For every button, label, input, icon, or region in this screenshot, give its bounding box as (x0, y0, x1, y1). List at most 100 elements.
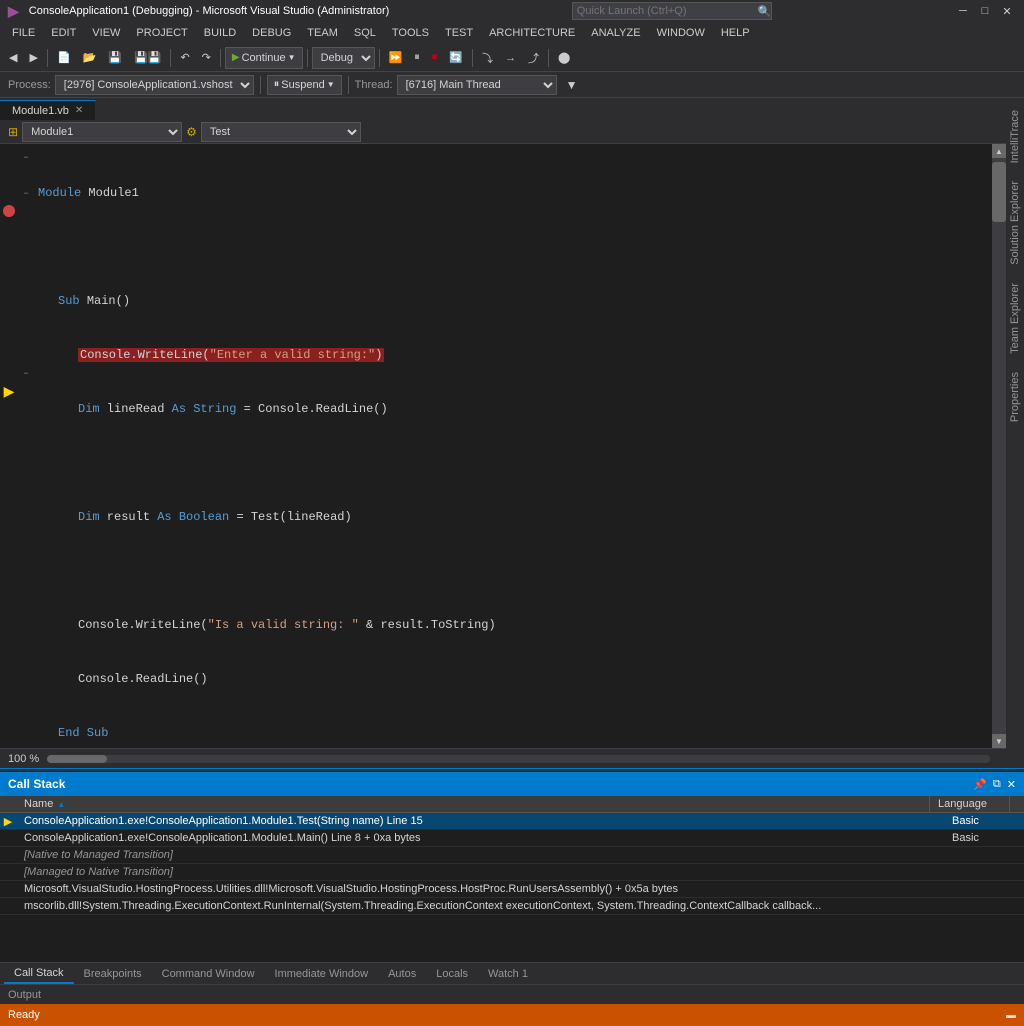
process-dropdown[interactable]: [2976] ConsoleApplication1.vshost (55, 75, 254, 95)
forward-button[interactable]: ▶ (24, 47, 42, 69)
team-explorer-tab[interactable]: Team Explorer (1007, 275, 1023, 362)
step-over-button[interactable]: → (500, 47, 521, 69)
intellitrace-tab[interactable]: IntelliTrace (1007, 102, 1023, 171)
thread-label: Thread: (355, 79, 393, 91)
scroll-track[interactable] (992, 158, 1006, 734)
menu-help[interactable]: HELP (713, 25, 758, 41)
redo-button[interactable]: ↷ (197, 47, 216, 69)
cs-row-3[interactable]: [Managed to Native Transition] (0, 864, 1024, 881)
scroll-thumb[interactable] (992, 162, 1006, 222)
suspend-button[interactable]: ⏸ Suspend ▼ (267, 75, 342, 95)
code-content[interactable]: Module Module1 Sub Main() Console.WriteL… (34, 144, 992, 748)
menu-analyze[interactable]: ANALYZE (583, 25, 648, 41)
save-all-button[interactable]: 💾💾 (129, 47, 166, 69)
maximize-button[interactable]: □ (976, 2, 994, 20)
bp-line-7 (0, 256, 18, 274)
cs-row-4[interactable]: Microsoft.VisualStudio.HostingProcess.Ut… (0, 881, 1024, 898)
open-button[interactable]: 📂 (78, 47, 102, 69)
expand-3[interactable]: − (18, 184, 34, 202)
editor-area: Module1.vb ✕ ⊞ Module1 ⚙ Test (0, 98, 1006, 768)
continue-label: Continue (242, 52, 286, 64)
code-line-3: Sub Main() (38, 292, 988, 310)
bp-line-18 (0, 454, 18, 472)
step-into-button[interactable]: ⤵ (477, 47, 498, 69)
start-button[interactable]: ⏩ (384, 47, 408, 69)
h-scrollbar[interactable] (47, 755, 990, 763)
minimize-button[interactable]: ─ (954, 2, 972, 20)
tab-bar: Module1.vb ✕ (0, 98, 1006, 120)
app-title: ConsoleApplication1 (Debugging) - Micros… (29, 5, 390, 17)
back-button[interactable]: ◀ (4, 47, 22, 69)
main-toolbar: ◀ ▶ 📄 📂 💾 💾💾 ↶ ↷ ▶ Continue ▼ Debug ⏩ ⏸ … (0, 44, 1024, 72)
filter-button[interactable]: ▼ (561, 74, 583, 96)
new-file-button[interactable]: 📄 (52, 47, 76, 69)
btm-tab-callstack[interactable]: Call Stack (4, 964, 74, 984)
menu-tools[interactable]: TOOLS (384, 25, 437, 41)
expand-8 (18, 274, 34, 292)
zoom-level: 100 % (8, 753, 39, 765)
cs-row-2[interactable]: [Native to Managed Transition] (0, 847, 1024, 864)
cs-row-1[interactable]: ConsoleApplication1.exe!ConsoleApplicati… (0, 830, 1024, 847)
bp-line-4[interactable] (0, 202, 18, 220)
debug-sep-1 (260, 76, 261, 94)
expand-1[interactable]: − (18, 148, 34, 166)
menu-edit[interactable]: EDIT (43, 25, 84, 41)
expand-13[interactable]: − (18, 364, 34, 382)
menu-project[interactable]: PROJECT (128, 25, 195, 41)
class-dropdown[interactable]: Module1 (22, 122, 182, 142)
properties-tab[interactable]: Properties (1007, 364, 1023, 430)
btm-tab-immediate[interactable]: Immediate Window (265, 964, 379, 984)
btm-tab-locals[interactable]: Locals (426, 964, 478, 984)
panel-pin-icon[interactable]: 📌 (973, 778, 987, 791)
hscroll-area[interactable] (39, 755, 998, 763)
menu-team[interactable]: TEAM (299, 25, 346, 41)
debug-config-dropdown[interactable]: Debug (312, 47, 375, 69)
stop-button[interactable]: ⏹ (427, 47, 443, 69)
quick-launch-input[interactable] (572, 2, 772, 20)
cs-col-language[interactable]: Language (930, 796, 1010, 812)
bp-line-10 (0, 310, 18, 328)
cs-row-0[interactable]: ▶ ConsoleApplication1.exe!ConsoleApplica… (0, 813, 1024, 830)
cs-col-name[interactable]: Name ▲ (16, 796, 930, 812)
method-dropdown[interactable]: Test (201, 122, 361, 142)
tab-module1[interactable]: Module1.vb ✕ (0, 100, 96, 120)
menu-build[interactable]: BUILD (196, 25, 244, 41)
close-button[interactable]: ✕ (998, 2, 1016, 20)
editor-vscroll[interactable]: ▲ ▼ (992, 144, 1006, 748)
toolbar-separator-6 (472, 49, 473, 67)
panel-float-icon[interactable]: ⧉ (993, 778, 1001, 791)
btm-tab-breakpoints[interactable]: Breakpoints (74, 964, 152, 984)
menu-file[interactable]: FILE (4, 25, 43, 41)
menu-architecture[interactable]: ARCHITECTURE (481, 25, 583, 41)
thread-dropdown[interactable]: [6716] Main Thread (397, 75, 557, 95)
solution-explorer-tab[interactable]: Solution Explorer (1007, 173, 1023, 273)
menu-window[interactable]: WINDOW (649, 25, 713, 41)
menu-debug[interactable]: DEBUG (244, 25, 299, 41)
expand-10 (18, 310, 34, 328)
h-scroll-thumb[interactable] (47, 755, 107, 763)
expand-15 (18, 400, 34, 418)
toolbar-separator-4 (307, 49, 308, 67)
breakpoint-button[interactable]: ⬤ (553, 47, 575, 69)
scroll-up-icon[interactable]: ▲ (992, 144, 1006, 158)
pause-button[interactable]: ⏸ (409, 47, 425, 69)
call-stack-title: Call Stack (8, 777, 65, 791)
step-out-button[interactable]: ⤴ (523, 47, 544, 69)
continue-button[interactable]: ▶ Continue ▼ (225, 47, 303, 69)
cs-row-5[interactable]: mscorlib.dll!System.Threading.ExecutionC… (0, 898, 1024, 915)
btm-tab-watch1[interactable]: Watch 1 (478, 964, 538, 984)
save-button[interactable]: 💾 (103, 47, 127, 69)
undo-button[interactable]: ↶ (175, 47, 194, 69)
expand-2 (18, 166, 34, 184)
btm-tab-autos[interactable]: Autos (378, 964, 426, 984)
bp-line-15 (0, 400, 18, 418)
panel-close-icon[interactable]: ✕ (1007, 778, 1016, 791)
menu-sql[interactable]: SQL (346, 25, 384, 41)
scroll-down-icon[interactable]: ▼ (992, 734, 1006, 748)
debug-sep-2 (348, 76, 349, 94)
tab-module1-close-icon[interactable]: ✕ (75, 105, 83, 116)
btm-tab-command[interactable]: Command Window (152, 964, 265, 984)
restart-button[interactable]: 🔄 (444, 47, 468, 69)
menu-test[interactable]: TEST (437, 25, 481, 41)
menu-view[interactable]: VIEW (84, 25, 128, 41)
